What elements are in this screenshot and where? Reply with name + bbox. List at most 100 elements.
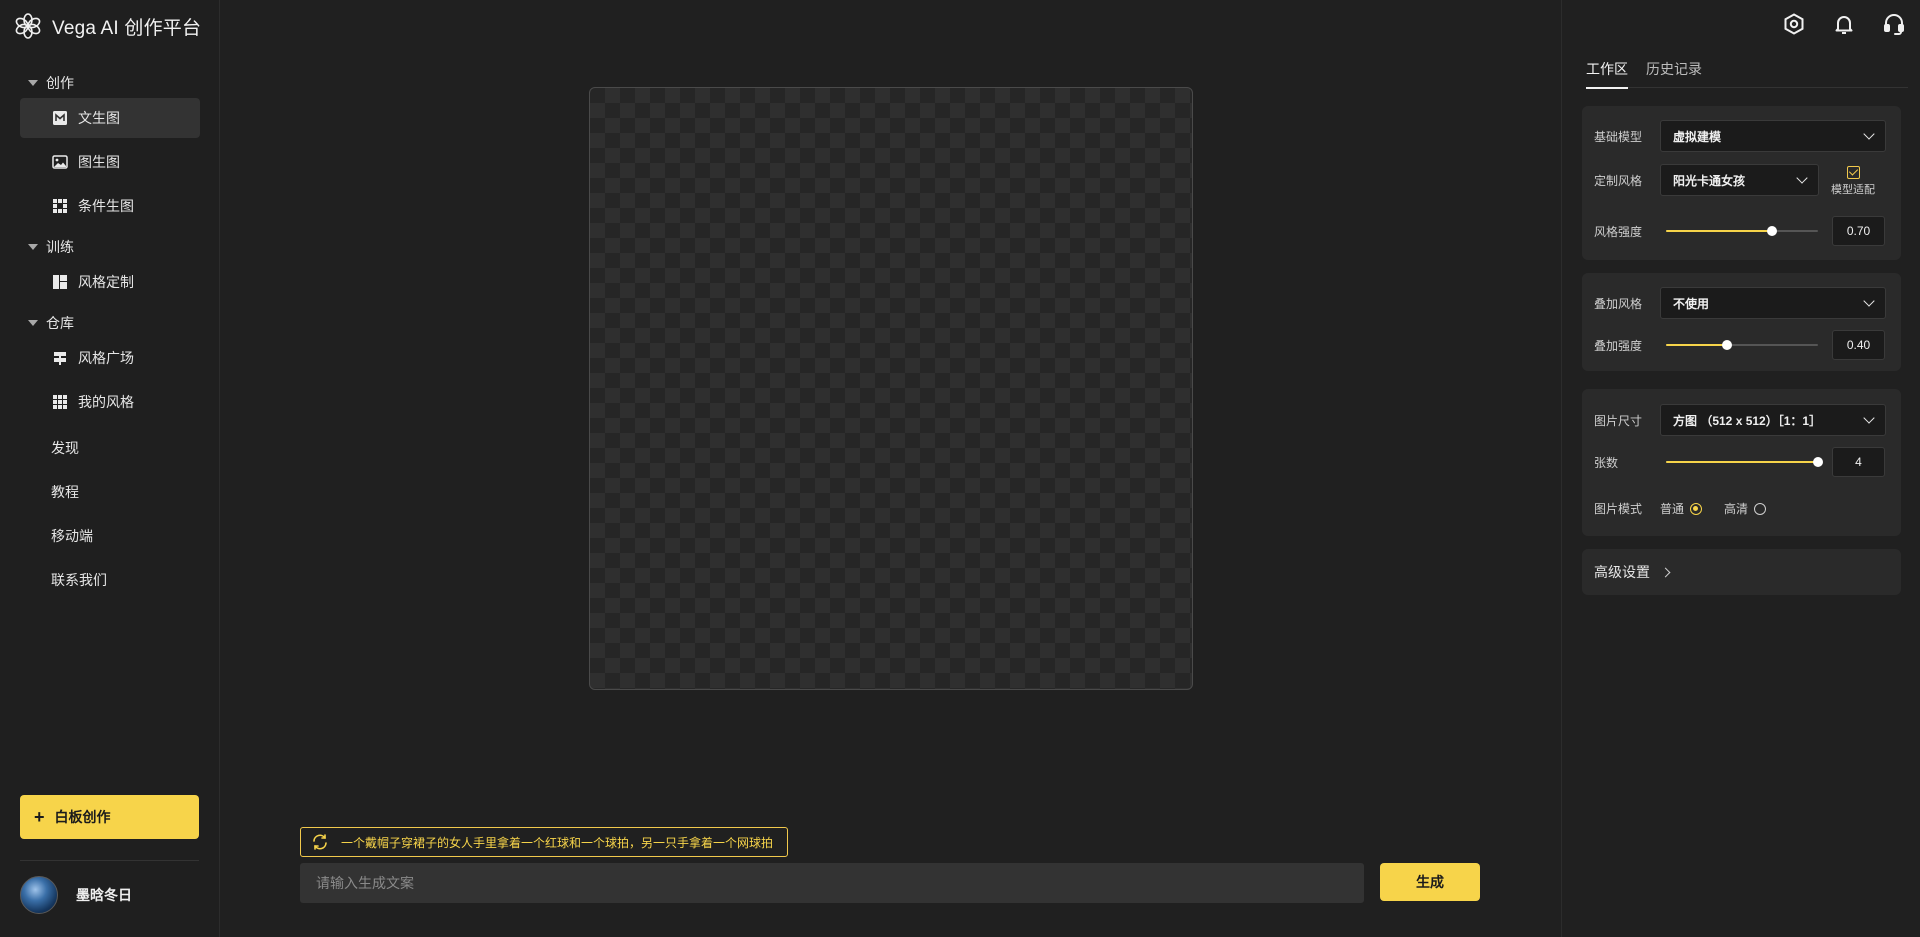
- nav-group-train[interactable]: 训练: [20, 232, 200, 262]
- chevron-right-icon: [1660, 567, 1671, 577]
- model-card: 基础模型 虚拟建模 定制风格 阳光卡通女孩 模型适配 风格强度 0.70: [1582, 106, 1901, 260]
- style-strength-value[interactable]: 0.70: [1832, 216, 1885, 246]
- checkbox-checked-icon[interactable]: [1846, 166, 1860, 179]
- nav-group-label: 创作: [46, 75, 74, 91]
- sidebar-item-my-style[interactable]: 我的风格: [20, 382, 200, 422]
- custom-style-label: 定制风格: [1594, 173, 1643, 188]
- radio-selected-icon[interactable]: [1690, 502, 1703, 515]
- whiteboard-label: 白板创作: [54, 809, 111, 825]
- signpost-icon: [54, 352, 66, 365]
- panel-tabs: 工作区 历史记录: [1586, 58, 1908, 89]
- base-model-value: 虚拟建模: [1673, 129, 1722, 144]
- avatar[interactable]: [20, 876, 58, 914]
- sidebar-nav: 创作 文生图 图生图 条件生图 训练 风格定制 仓库 风格广场 我的风格 发现 …: [20, 62, 200, 602]
- image-icon: [52, 155, 68, 169]
- plus-icon: +: [34, 807, 45, 827]
- radio-unselected-icon[interactable]: [1754, 502, 1767, 515]
- model-fit-checkbox[interactable]: 模型适配: [1831, 166, 1875, 197]
- sidebar-link-contact[interactable]: 联系我们: [20, 558, 200, 602]
- image-mode-row: 图片模式 普通 高清: [1594, 500, 1788, 517]
- slider-handle[interactable]: [1721, 340, 1732, 350]
- style-strength-slider[interactable]: [1666, 224, 1818, 238]
- count-value[interactable]: 4: [1832, 447, 1885, 477]
- sidebar-item-label: 条件生图: [78, 198, 134, 214]
- style-strength-label: 风格强度: [1594, 224, 1643, 239]
- overlay-strength-slider[interactable]: [1666, 338, 1818, 352]
- generate-button[interactable]: 生成: [1380, 863, 1480, 901]
- slider-fill: [1666, 344, 1727, 346]
- bell-icon[interactable]: [1832, 12, 1856, 36]
- whiteboard-button[interactable]: + 白板创作: [20, 795, 199, 839]
- prompt-input[interactable]: [300, 863, 1364, 903]
- chevron-down-icon: [1863, 412, 1875, 424]
- tab-history[interactable]: 历史记录: [1646, 58, 1702, 88]
- layout-icon: [53, 275, 67, 289]
- count-slider[interactable]: [1666, 455, 1823, 469]
- advanced-settings[interactable]: 高级设置: [1582, 549, 1901, 595]
- prompt-suggestion[interactable]: 一个戴帽子穿裙子的女人手里拿着一个红球和一个球拍，另一只手拿着一个网球拍: [300, 827, 789, 857]
- overlay-strength-label: 叠加强度: [1594, 338, 1643, 353]
- sidebar-item-text-to-image[interactable]: 文生图: [20, 98, 200, 138]
- custom-style-select[interactable]: 阳光卡通女孩: [1660, 164, 1819, 196]
- style-strength-row: 风格强度 0.70: [1594, 216, 1885, 246]
- sidebar-link-mobile[interactable]: 移动端: [20, 514, 200, 558]
- sidebar-item-image-to-image[interactable]: 图生图: [20, 142, 200, 182]
- hexagon-settings-icon[interactable]: [1782, 12, 1806, 36]
- sidebar-item-style-square[interactable]: 风格广场: [20, 338, 200, 378]
- sidebar: Vega AI 创作平台 创作 文生图 图生图 条件生图 训练 风格定制 仓库 …: [0, 0, 220, 937]
- user-profile[interactable]: 墨晗冬日: [20, 876, 132, 914]
- custom-style-value: 阳光卡通女孩: [1673, 173, 1746, 188]
- image-size-label: 图片尺寸: [1594, 413, 1643, 428]
- base-model-row: 基础模型 虚拟建模: [1594, 120, 1886, 152]
- app-root: Vega AI 创作平台 创作 文生图 图生图 条件生图 训练 风格定制 仓库 …: [0, 0, 1920, 937]
- app-title: Vega AI 创作平台: [52, 17, 202, 39]
- sidebar-item-label: 文生图: [78, 110, 120, 126]
- grid-icon: [53, 199, 67, 213]
- tab-workspace[interactable]: 工作区: [1586, 58, 1628, 89]
- settings-panel: 工作区 历史记录 基础模型 虚拟建模 定制风格 阳光卡通女孩 模型适配 风格强度…: [1561, 0, 1920, 937]
- sidebar-link-tutorial[interactable]: 教程: [20, 470, 200, 514]
- sidebar-divider: [20, 860, 199, 861]
- caret-down-icon: [28, 244, 38, 250]
- text-to-image-icon: [53, 111, 67, 125]
- suggestion-text: 一个戴帽子穿裙子的女人手里拿着一个红球和一个球拍，另一只手拿着一个网球拍: [341, 835, 774, 850]
- slider-fill: [1666, 461, 1818, 463]
- overlay-style-value: 不使用: [1673, 296, 1710, 311]
- image-size-select[interactable]: 方图 （512 x 512）［1：1］: [1660, 404, 1886, 436]
- radio-label: 普通: [1660, 502, 1685, 516]
- sidebar-item-style-custom[interactable]: 风格定制: [20, 262, 200, 302]
- sidebar-item-label: 风格定制: [78, 274, 134, 290]
- base-model-select[interactable]: 虚拟建模: [1660, 120, 1886, 152]
- logo-icon: [15, 13, 41, 39]
- headset-icon[interactable]: [1882, 12, 1906, 36]
- radio-hd[interactable]: 高清: [1724, 500, 1767, 517]
- nav-group-label: 训练: [46, 239, 74, 255]
- slider-handle[interactable]: [1767, 226, 1778, 236]
- sidebar-item-conditional[interactable]: 条件生图: [20, 186, 200, 226]
- logo[interactable]: Vega AI 创作平台: [14, 10, 201, 42]
- overlay-strength-value[interactable]: 0.40: [1832, 330, 1885, 360]
- nav-group-create[interactable]: 创作: [20, 68, 200, 98]
- model-fit-label: 模型适配: [1831, 184, 1875, 196]
- nav-group-label: 仓库: [46, 315, 74, 331]
- count-row: 张数 4: [1594, 447, 1885, 477]
- advanced-settings-label: 高级设置: [1594, 564, 1650, 580]
- base-model-label: 基础模型: [1594, 129, 1643, 144]
- image-canvas: [589, 87, 1193, 690]
- slider-handle[interactable]: [1813, 457, 1823, 467]
- overlay-style-row: 叠加风格 不使用: [1594, 287, 1886, 319]
- radio-normal[interactable]: 普通: [1660, 500, 1703, 517]
- nav-group-repo[interactable]: 仓库: [20, 308, 200, 338]
- custom-style-row: 定制风格 阳光卡通女孩: [1594, 164, 1819, 196]
- caret-down-icon: [28, 80, 38, 86]
- image-size-row: 图片尺寸 方图 （512 x 512）［1：1］: [1594, 404, 1886, 436]
- top-toolbar: [1782, 12, 1906, 36]
- radio-label: 高清: [1724, 502, 1749, 516]
- output-card: 图片尺寸 方图 （512 x 512）［1：1］ 张数 4 图片模式 普通 高清: [1582, 389, 1901, 536]
- sidebar-link-discover[interactable]: 发现: [20, 426, 200, 470]
- sidebar-item-label: 我的风格: [78, 394, 134, 410]
- slider-fill: [1666, 230, 1773, 232]
- overlay-style-select[interactable]: 不使用: [1660, 287, 1886, 319]
- refresh-icon[interactable]: [311, 833, 329, 851]
- overlay-strength-row: 叠加强度 0.40: [1594, 330, 1885, 360]
